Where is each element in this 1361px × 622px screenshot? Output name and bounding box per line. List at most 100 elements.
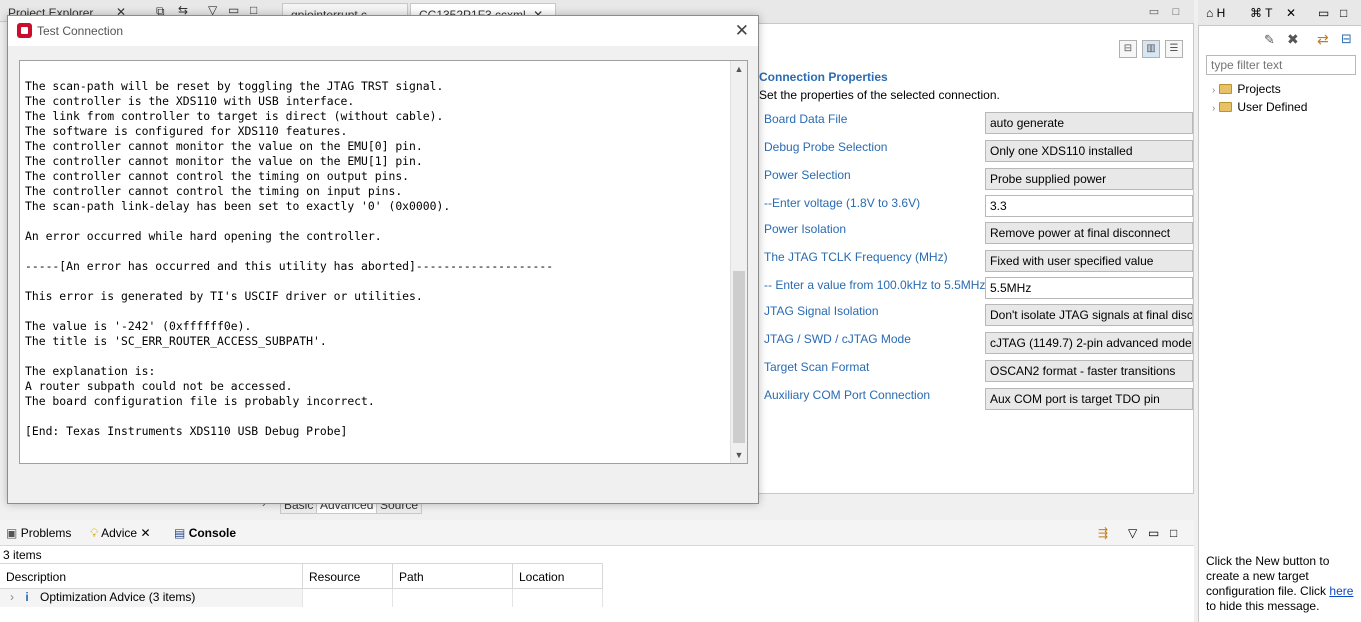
tab-h[interactable]: ⌂ H xyxy=(1206,6,1225,20)
tab-console[interactable]: ▤ Console xyxy=(174,526,236,540)
maximize-icon[interactable]: □ xyxy=(1170,526,1177,540)
log-line: The controller cannot monitor the value … xyxy=(25,154,423,168)
tab-problems[interactable]: ▣ Problems xyxy=(6,526,71,540)
scrollbar[interactable]: ▲ ▼ xyxy=(730,61,747,463)
tree-label: User Defined xyxy=(1237,100,1308,114)
delete-icon[interactable]: ✖ xyxy=(1287,31,1299,48)
select-aux-com[interactable]: Aux COM port is target TDO pin xyxy=(985,388,1193,410)
log-line: The explanation is: xyxy=(25,364,156,378)
log-line: The controller is the XDS110 with USB in… xyxy=(25,94,355,108)
select-tclk-frequency[interactable]: Fixed with user specified value xyxy=(985,250,1193,272)
tree-item-user-defined[interactable]: › User Defined xyxy=(1212,100,1307,114)
dialog-titlebar[interactable]: Test Connection ✕ xyxy=(8,16,758,46)
close-icon[interactable]: ✕ xyxy=(735,21,749,41)
right-panel-tabbar: ⌂ H ⌘ T ✕ ▭ □ xyxy=(1198,0,1361,26)
column-location[interactable]: Location xyxy=(513,563,603,589)
select-power-selection[interactable]: Probe supplied power xyxy=(985,168,1193,190)
section-description: Set the properties of the selected conne… xyxy=(759,88,1000,102)
log-line: The software is configured for XDS110 fe… xyxy=(25,124,348,138)
voltage-input[interactable]: 3.3 xyxy=(985,195,1193,217)
info-icon: i xyxy=(25,590,29,604)
ti-logo-icon xyxy=(17,23,32,38)
log-line: This error is generated by TI's USCIF dr… xyxy=(25,289,423,303)
items-count: 3 items xyxy=(3,548,42,562)
view-menu-icon[interactable]: ▽ xyxy=(1128,526,1137,540)
select-jtag-mode[interactable]: cJTAG (1149.7) 2-pin advanced modes xyxy=(985,332,1193,354)
prop-label-board-data-file: Board Data File xyxy=(764,112,848,126)
section-title: Connection Properties xyxy=(759,70,888,84)
collapse-icon[interactable]: ⊟ xyxy=(1119,40,1137,58)
folder-icon xyxy=(1219,84,1233,94)
chevron-right-icon[interactable]: › xyxy=(1212,103,1215,114)
prop-label-scan-format: Target Scan Format xyxy=(764,360,870,374)
chevron-right-icon[interactable]: › xyxy=(10,590,14,604)
select-board-data-file[interactable]: auto generate xyxy=(985,112,1193,134)
log-line: The controller cannot control the timing… xyxy=(25,184,403,198)
help-icon: ⌂ xyxy=(1206,6,1214,20)
prop-label-voltage: --Enter voltage (1.8V to 3.6V) xyxy=(764,196,921,210)
row-path xyxy=(393,589,513,607)
pin-icon[interactable]: ⇶ xyxy=(1098,526,1108,540)
log-line: -----[An error has occurred and this uti… xyxy=(25,259,554,273)
close-icon[interactable]: ✕ xyxy=(1286,6,1296,20)
log-line: [End: Texas Instruments XDS110 USB Debug… xyxy=(25,424,348,438)
minimize-icon[interactable]: ▭ xyxy=(1148,526,1159,540)
maximize-icon[interactable]: □ xyxy=(1170,6,1182,18)
folder-icon xyxy=(1219,102,1233,112)
tab-advice[interactable]: 💡︎ Advice ✕ xyxy=(90,526,151,541)
prop-label-jtag-isolation: JTAG Signal Isolation xyxy=(764,304,879,318)
tclk-value-input[interactable]: 5.5MHz xyxy=(985,277,1193,299)
tab-h-label: H xyxy=(1216,6,1226,20)
tab-t-label: T xyxy=(1265,6,1273,20)
scrollbar-thumb[interactable] xyxy=(733,271,745,443)
column-resource[interactable]: Resource xyxy=(303,563,393,589)
tab-t[interactable]: ⌘ T xyxy=(1250,6,1272,20)
column-path[interactable]: Path xyxy=(393,563,513,589)
select-scan-format[interactable]: OSCAN2 format - faster transitions xyxy=(985,360,1193,382)
new-config-icon[interactable]: ✎ xyxy=(1264,32,1275,48)
prop-label-power-selection: Power Selection xyxy=(764,168,851,182)
tab-label: Console xyxy=(188,526,237,540)
hint-text: Click the New button to create a new tar… xyxy=(1206,554,1330,598)
prop-label-tclk-frequency: The JTAG TCLK Frequency (MHz) xyxy=(764,250,948,264)
maximize-icon[interactable]: □ xyxy=(1340,6,1347,20)
chevron-up-icon[interactable]: ▲ xyxy=(731,61,747,77)
collapse-all-icon[interactable]: ⊟ xyxy=(1341,31,1352,47)
chevron-right-icon[interactable]: › xyxy=(1212,85,1215,96)
select-jtag-isolation[interactable]: Don't isolate JTAG signals at final disc… xyxy=(985,304,1193,326)
column-description[interactable]: Description xyxy=(0,563,303,589)
log-output[interactable]: The scan-path will be reset by toggling … xyxy=(19,60,748,464)
minimize-icon[interactable]: ▭ xyxy=(1318,6,1329,20)
table-row[interactable]: › i Optimization Advice (3 items) xyxy=(0,589,303,607)
log-line: The scan-path will be reset by toggling … xyxy=(25,79,444,93)
select-power-isolation[interactable]: Remove power at final disconnect xyxy=(985,222,1193,244)
close-icon[interactable]: ✕ xyxy=(140,526,150,540)
select-debug-probe[interactable]: Only one XDS110 installed xyxy=(985,140,1193,162)
chevron-down-icon[interactable]: ▼ xyxy=(731,447,747,463)
row-location xyxy=(513,589,603,607)
test-connection-dialog: Test Connection ✕ The scan-path will be … xyxy=(7,15,759,504)
log-line: A router subpath could not be accessed. xyxy=(25,379,293,393)
tab-label: Advice xyxy=(101,526,138,540)
tab-label: Problems xyxy=(20,526,72,540)
prop-label-debug-probe: Debug Probe Selection xyxy=(764,140,888,154)
log-line: The controller cannot monitor the value … xyxy=(25,139,423,153)
filter-input[interactable] xyxy=(1206,55,1356,75)
tree-item-projects[interactable]: › Projects xyxy=(1212,82,1281,96)
console-icon: ▤ xyxy=(174,526,186,540)
log-line: The title is 'SC_ERR_ROUTER_ACCESS_SUBPA… xyxy=(25,334,327,348)
layout-columns-icon[interactable]: ▥ xyxy=(1142,40,1160,58)
minimize-icon[interactable]: ▭ xyxy=(1148,6,1160,18)
link-icon[interactable]: ⇄ xyxy=(1317,31,1329,48)
hint-message: Click the New button to create a new tar… xyxy=(1206,554,1358,614)
layout-rows-icon[interactable]: ☰ xyxy=(1165,40,1183,58)
row-resource xyxy=(303,589,393,607)
prop-label-jtag-mode: JTAG / SWD / cJTAG Mode xyxy=(764,332,911,346)
hide-message-link[interactable]: here xyxy=(1329,584,1353,598)
